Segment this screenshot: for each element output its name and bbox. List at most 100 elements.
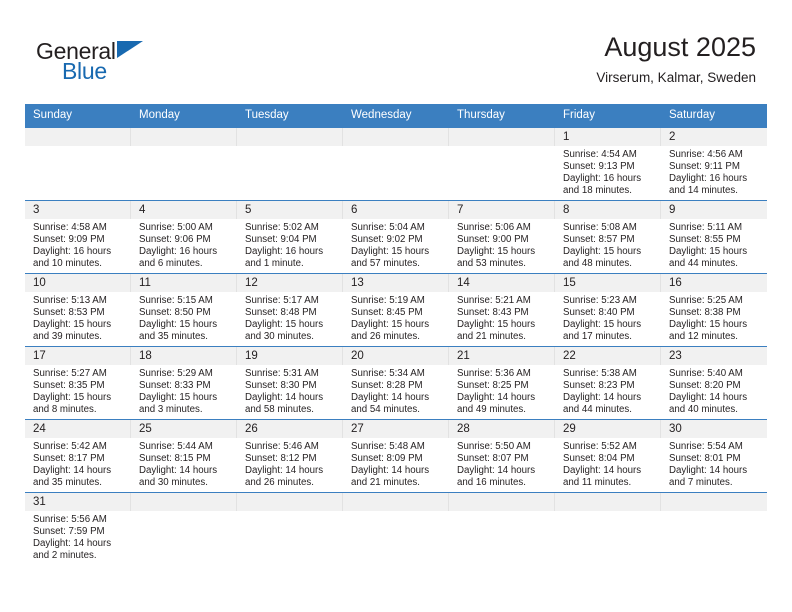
- sunset-text: Sunset: 8:09 PM: [351, 453, 423, 465]
- daylight-text-line2: and 2 minutes.: [33, 550, 97, 562]
- day-cell-20[interactable]: 20 Sunrise: 5:34 AM Sunset: 8:28 PM Dayl…: [343, 347, 449, 419]
- day-cell-12[interactable]: 12 Sunrise: 5:17 AM Sunset: 8:48 PM Dayl…: [237, 274, 343, 346]
- day-cell-5[interactable]: 5 Sunrise: 5:02 AM Sunset: 9:04 PM Dayli…: [237, 201, 343, 273]
- daylight-text-line1: Daylight: 14 hours: [457, 392, 536, 404]
- sunrise-text: Sunrise: 4:58 AM: [33, 222, 107, 233]
- day-cell-25[interactable]: 25 Sunrise: 5:44 AM Sunset: 8:15 PM Dayl…: [131, 420, 237, 492]
- day-cell-29[interactable]: 29 Sunrise: 5:52 AM Sunset: 8:04 PM Dayl…: [555, 420, 661, 492]
- daylight-text-line2: and 58 minutes.: [245, 404, 314, 416]
- day-cell-23[interactable]: 23 Sunrise: 5:40 AM Sunset: 8:20 PM Dayl…: [661, 347, 767, 419]
- day-number: [661, 493, 767, 511]
- sunrise-text: Sunrise: 5:56 AM: [33, 514, 107, 525]
- day-cell-27[interactable]: 27 Sunrise: 5:48 AM Sunset: 8:09 PM Dayl…: [343, 420, 449, 492]
- day-details: Sunrise: 5:04 AM Sunset: 9:02 PM Dayligh…: [343, 219, 449, 273]
- sunrise-text: Sunrise: 5:06 AM: [457, 222, 531, 233]
- day-cell-empty: [343, 128, 449, 200]
- day-cell-18[interactable]: 18 Sunrise: 5:29 AM Sunset: 8:33 PM Dayl…: [131, 347, 237, 419]
- day-details: [131, 146, 237, 200]
- day-cell-22[interactable]: 22 Sunrise: 5:38 AM Sunset: 8:23 PM Dayl…: [555, 347, 661, 419]
- day-number: [343, 128, 449, 146]
- daylight-text-line2: and 44 minutes.: [563, 404, 632, 416]
- daylight-text-line1: Daylight: 15 hours: [669, 246, 748, 258]
- day-cell-8[interactable]: 8 Sunrise: 5:08 AM Sunset: 8:57 PM Dayli…: [555, 201, 661, 273]
- day-cell-3[interactable]: 3 Sunrise: 4:58 AM Sunset: 9:09 PM Dayli…: [25, 201, 131, 273]
- sunset-text: Sunset: 8:38 PM: [669, 307, 741, 319]
- day-details: Sunrise: 5:31 AM Sunset: 8:30 PM Dayligh…: [237, 365, 343, 419]
- day-number-30: 30: [661, 420, 767, 438]
- sunrise-text: Sunrise: 5:46 AM: [245, 441, 319, 452]
- day-cell-30[interactable]: 30 Sunrise: 5:54 AM Sunset: 8:01 PM Dayl…: [661, 420, 767, 492]
- day-cell-26[interactable]: 26 Sunrise: 5:46 AM Sunset: 8:12 PM Dayl…: [237, 420, 343, 492]
- day-details: Sunrise: 5:15 AM Sunset: 8:50 PM Dayligh…: [131, 292, 237, 346]
- day-cell-7[interactable]: 7 Sunrise: 5:06 AM Sunset: 9:00 PM Dayli…: [449, 201, 555, 273]
- day-cell-1[interactable]: 1 Sunrise: 4:54 AM Sunset: 9:13 PM Dayli…: [555, 128, 661, 200]
- day-cell-2[interactable]: 2 Sunrise: 4:56 AM Sunset: 9:11 PM Dayli…: [661, 128, 767, 200]
- day-cell-empty: [237, 128, 343, 200]
- week-row-2: 3 Sunrise: 4:58 AM Sunset: 9:09 PM Dayli…: [25, 200, 767, 273]
- day-number-23: 23: [661, 347, 767, 365]
- daylight-text-line1: Daylight: 15 hours: [669, 319, 748, 331]
- day-number: [131, 128, 237, 146]
- day-details: Sunrise: 5:48 AM Sunset: 8:09 PM Dayligh…: [343, 438, 449, 492]
- day-cell-empty: [449, 128, 555, 200]
- daylight-text-line1: Daylight: 15 hours: [245, 319, 324, 331]
- day-details: [449, 146, 555, 200]
- daylight-text-line2: and 14 minutes.: [669, 185, 738, 197]
- day-details: Sunrise: 5:06 AM Sunset: 9:00 PM Dayligh…: [449, 219, 555, 273]
- day-cell-10[interactable]: 10 Sunrise: 5:13 AM Sunset: 8:53 PM Dayl…: [25, 274, 131, 346]
- day-cell-13[interactable]: 13 Sunrise: 5:19 AM Sunset: 8:45 PM Dayl…: [343, 274, 449, 346]
- day-cell-11[interactable]: 11 Sunrise: 5:15 AM Sunset: 8:50 PM Dayl…: [131, 274, 237, 346]
- day-number-6: 6: [343, 201, 449, 219]
- sunset-text: Sunset: 9:09 PM: [33, 234, 105, 246]
- calendar-grid: Sunday Monday Tuesday Wednesday Thursday…: [25, 104, 767, 565]
- daylight-text-line2: and 44 minutes.: [669, 258, 738, 270]
- sunset-text: Sunset: 8:28 PM: [351, 380, 423, 392]
- day-cell-24[interactable]: 24 Sunrise: 5:42 AM Sunset: 8:17 PM Dayl…: [25, 420, 131, 492]
- day-number: [449, 128, 555, 146]
- daylight-text-line1: Daylight: 14 hours: [139, 465, 218, 477]
- day-cell-empty: [661, 493, 767, 565]
- daylight-text-line2: and 10 minutes.: [33, 258, 102, 270]
- weekday-header-wednesday: Wednesday: [351, 109, 412, 121]
- day-cell-9[interactable]: 9 Sunrise: 5:11 AM Sunset: 8:55 PM Dayli…: [661, 201, 767, 273]
- day-details: Sunrise: 5:29 AM Sunset: 8:33 PM Dayligh…: [131, 365, 237, 419]
- day-cell-6[interactable]: 6 Sunrise: 5:04 AM Sunset: 9:02 PM Dayli…: [343, 201, 449, 273]
- day-details: [343, 511, 449, 565]
- daylight-text-line1: Daylight: 14 hours: [245, 465, 324, 477]
- day-cell-28[interactable]: 28 Sunrise: 5:50 AM Sunset: 8:07 PM Dayl…: [449, 420, 555, 492]
- day-details: [449, 511, 555, 565]
- day-cell-21[interactable]: 21 Sunrise: 5:36 AM Sunset: 8:25 PM Dayl…: [449, 347, 555, 419]
- general-blue-logo[interactable]: General Blue: [36, 38, 236, 88]
- day-number-21: 21: [449, 347, 555, 365]
- day-number: [131, 493, 237, 511]
- day-number: [25, 128, 131, 146]
- day-cell-31[interactable]: 31 Sunrise: 5:56 AM Sunset: 7:59 PM Dayl…: [25, 493, 131, 565]
- day-number-29: 29: [555, 420, 661, 438]
- day-details: [25, 146, 131, 200]
- day-cell-16[interactable]: 16 Sunrise: 5:25 AM Sunset: 8:38 PM Dayl…: [661, 274, 767, 346]
- daylight-text-line2: and 1 minute.: [245, 258, 304, 270]
- day-number-20: 20: [343, 347, 449, 365]
- day-number-17: 17: [25, 347, 131, 365]
- day-cell-4[interactable]: 4 Sunrise: 5:00 AM Sunset: 9:06 PM Dayli…: [131, 201, 237, 273]
- day-cell-17[interactable]: 17 Sunrise: 5:27 AM Sunset: 8:35 PM Dayl…: [25, 347, 131, 419]
- day-details: Sunrise: 5:27 AM Sunset: 8:35 PM Dayligh…: [25, 365, 131, 419]
- day-cell-19[interactable]: 19 Sunrise: 5:31 AM Sunset: 8:30 PM Dayl…: [237, 347, 343, 419]
- sunrise-text: Sunrise: 5:52 AM: [563, 441, 637, 452]
- day-number-4: 4: [131, 201, 237, 219]
- sunrise-text: Sunrise: 5:02 AM: [245, 222, 319, 233]
- day-details: Sunrise: 5:56 AM Sunset: 7:59 PM Dayligh…: [25, 511, 131, 565]
- day-cell-14[interactable]: 14 Sunrise: 5:21 AM Sunset: 8:43 PM Dayl…: [449, 274, 555, 346]
- sunset-text: Sunset: 8:30 PM: [245, 380, 317, 392]
- day-cell-empty: [449, 493, 555, 565]
- day-number-14: 14: [449, 274, 555, 292]
- daylight-text-line1: Daylight: 14 hours: [669, 392, 748, 404]
- day-number-10: 10: [25, 274, 131, 292]
- day-details: [237, 511, 343, 565]
- sunrise-text: Sunrise: 5:21 AM: [457, 295, 531, 306]
- day-cell-15[interactable]: 15 Sunrise: 5:23 AM Sunset: 8:40 PM Dayl…: [555, 274, 661, 346]
- daylight-text-line1: Daylight: 16 hours: [245, 246, 324, 258]
- day-number-7: 7: [449, 201, 555, 219]
- day-number: [237, 493, 343, 511]
- daylight-text-line2: and 21 minutes.: [457, 331, 526, 343]
